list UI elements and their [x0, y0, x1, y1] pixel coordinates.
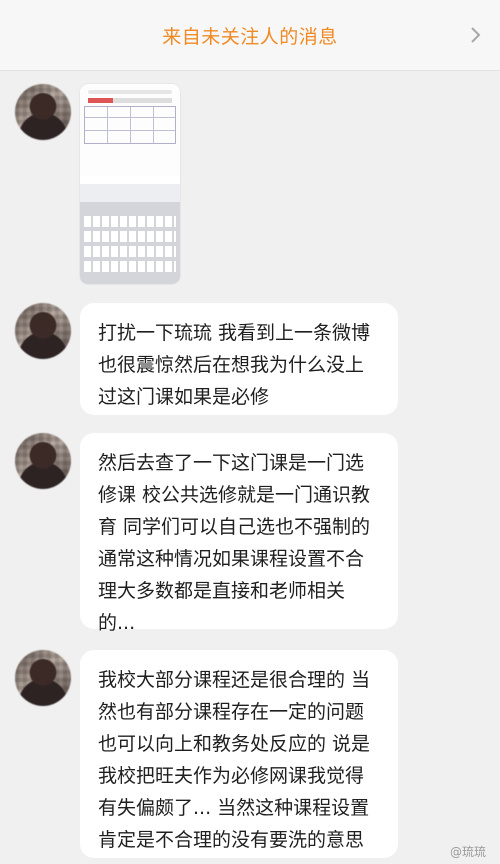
screenshot-thumbnail	[80, 84, 180, 176]
image-message[interactable]	[80, 84, 180, 284]
conversation-header[interactable]: 来自未关注人的消息	[0, 0, 500, 71]
text-message-bubble[interactable]: 打扰一下琉琉 我看到上一条微博 也很震惊然后在想我为什么没上 过这门课如果是必修	[80, 303, 398, 415]
avatar[interactable]	[15, 650, 71, 706]
header-title: 来自未关注人的消息	[162, 25, 338, 48]
text-message-bubble[interactable]: 然后去查了一下这门课是一门选 修课 校公共选修就是一门通识教 育 同学们可以自己…	[80, 433, 398, 634]
text-message-bubble[interactable]: 我校大部分课程还是很合理的 当 然也有部分课程存在一定的问题 也可以向上和教务处…	[80, 650, 398, 858]
watermark: @琉琉	[449, 845, 486, 859]
avatar[interactable]	[15, 84, 71, 140]
avatar[interactable]	[15, 303, 71, 359]
chevron-right-icon[interactable]	[464, 24, 486, 46]
avatar[interactable]	[15, 433, 71, 489]
keyboard-thumbnail	[80, 202, 180, 284]
